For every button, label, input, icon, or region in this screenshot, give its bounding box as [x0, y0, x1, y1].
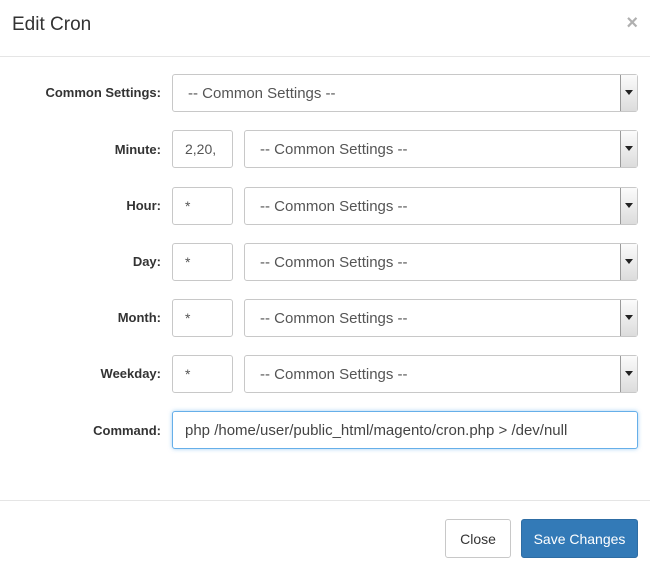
close-button[interactable]: Close: [445, 519, 511, 558]
hour-input[interactable]: [172, 187, 233, 225]
select-value: -- Common Settings --: [260, 141, 408, 158]
weekday-label: Weekday:: [100, 366, 161, 381]
chevron-down-icon: [620, 244, 637, 280]
common-settings-select[interactable]: -- Common Settings --: [172, 74, 638, 112]
day-input[interactable]: [172, 243, 233, 281]
month-label: Month:: [117, 310, 161, 325]
hour-select[interactable]: -- Common Settings --: [244, 187, 638, 225]
select-value: -- Common Settings --: [260, 254, 408, 271]
chevron-down-icon: [620, 300, 637, 336]
dialog-footer: Close Save Changes: [0, 500, 650, 570]
command-label: Command:: [93, 423, 161, 438]
select-value: -- Common Settings --: [260, 366, 408, 383]
day-select[interactable]: -- Common Settings --: [244, 243, 638, 281]
save-changes-button[interactable]: Save Changes: [521, 519, 638, 558]
chevron-down-icon: [620, 356, 637, 392]
minute-input[interactable]: [172, 130, 233, 168]
dialog-title: Edit Cron: [12, 14, 92, 35]
select-value: -- Common Settings --: [188, 85, 336, 102]
weekday-select[interactable]: -- Common Settings --: [244, 355, 638, 393]
minute-select[interactable]: -- Common Settings --: [244, 130, 638, 168]
command-input[interactable]: [172, 411, 638, 449]
common-settings-label: Common Settings:: [45, 85, 161, 100]
select-value: -- Common Settings --: [260, 198, 408, 215]
chevron-down-icon: [620, 188, 637, 224]
chevron-down-icon: [620, 75, 637, 111]
dialog-header: Edit Cron ×: [0, 0, 650, 57]
hour-label: Hour:: [126, 198, 161, 213]
month-select[interactable]: -- Common Settings --: [244, 299, 638, 337]
select-value: -- Common Settings --: [260, 310, 408, 327]
minute-label: Minute:: [114, 142, 161, 157]
chevron-down-icon: [620, 131, 637, 167]
weekday-input[interactable]: [172, 355, 233, 393]
month-input[interactable]: [172, 299, 233, 337]
close-icon[interactable]: ×: [626, 12, 638, 35]
day-label: Day:: [132, 254, 161, 269]
